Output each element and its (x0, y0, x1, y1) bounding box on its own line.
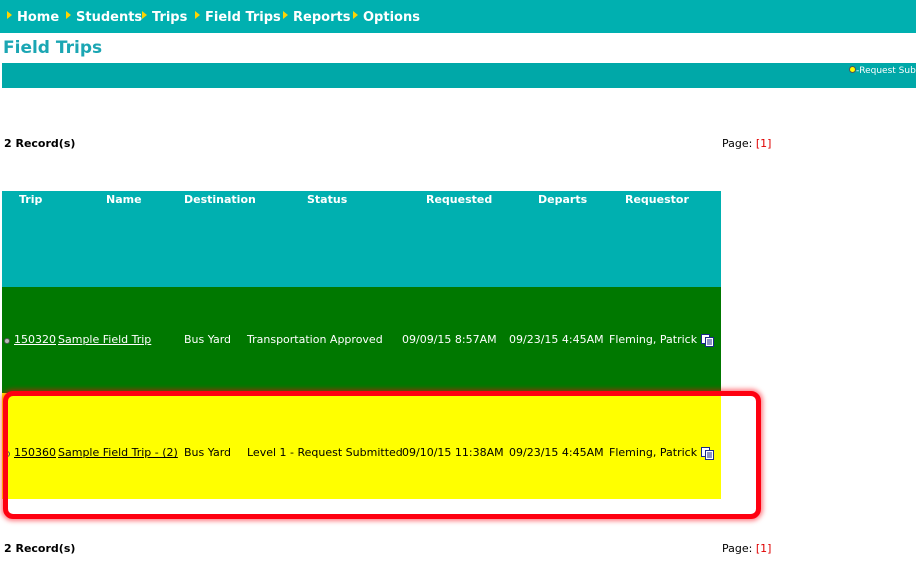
trip-departs: 09/23/15 4:45AM (509, 333, 604, 346)
nav-trips[interactable]: Trips (142, 10, 187, 26)
pager-page-link[interactable]: [1] (756, 542, 772, 555)
trip-destination: Bus Yard (184, 446, 232, 459)
pager-top: Page: [1] (722, 137, 771, 150)
nav-arrow-icon (283, 11, 288, 19)
page-title: Field Trips (3, 38, 103, 58)
pager-label: Page: (722, 137, 753, 150)
column-header-name[interactable]: Name (106, 193, 142, 206)
trip-departs: 09/23/15 4:45AM (509, 446, 604, 459)
trip-requested: 09/09/15 8:57AM (402, 333, 497, 346)
legend-bar: -Request Sub (2, 63, 916, 88)
nav-arrow-icon (142, 11, 147, 19)
trip-name-link[interactable]: Sample Field Trip (58, 333, 151, 346)
nav-arrow-icon (353, 11, 358, 19)
nav-students[interactable]: Students (66, 10, 142, 26)
table-row[interactable]: 150360 Sample Field Trip - (2) Bus Yard … (2, 393, 721, 499)
table-header: Trip Name Destination Status Requested D… (2, 191, 721, 287)
pager-label: Page: (722, 542, 753, 555)
trip-requested: 09/10/15 11:38AM (402, 446, 504, 459)
trip-status: Level 1 - Request Submitted (247, 446, 403, 459)
trip-destination: Bus Yard (184, 333, 232, 346)
nav-options[interactable]: Options (353, 10, 420, 26)
column-header-requestor[interactable]: Requestor (625, 193, 689, 206)
pager-bottom: Page: [1] (722, 542, 771, 555)
column-header-requested[interactable]: Requested (426, 193, 492, 206)
copy-icon[interactable] (701, 334, 715, 347)
nav-home[interactable]: Home (7, 10, 59, 26)
column-header-trip[interactable]: Trip (19, 193, 42, 206)
status-dot-icon (849, 66, 856, 73)
status-dot-icon (4, 451, 10, 457)
nav-arrow-icon (7, 11, 12, 19)
nav-field-trips[interactable]: Field Trips (195, 10, 281, 26)
field-trips-table: Trip Name Destination Status Requested D… (2, 191, 721, 499)
record-count-top: 2 Record(s) (4, 137, 76, 150)
trip-number-link[interactable]: 150360 (14, 446, 56, 459)
trip-status: Transportation Approved (247, 333, 383, 346)
status-dot-icon (4, 338, 10, 344)
column-header-status[interactable]: Status (307, 193, 347, 206)
trip-requestor: Fleming, Patrick (609, 333, 698, 346)
pager-page-link[interactable]: [1] (756, 137, 772, 150)
column-header-destination[interactable]: Destination (184, 193, 256, 206)
nav-arrow-icon (66, 11, 71, 19)
main-nav: Home Students Trips Field Trips Reports … (0, 0, 916, 33)
copy-icon[interactable] (701, 447, 715, 460)
nav-arrow-icon (195, 11, 200, 19)
table-row[interactable]: 150320 Sample Field Trip Bus Yard Transp… (2, 287, 721, 393)
legend-request-submitted: -Request Sub (849, 66, 916, 76)
record-count-bottom: 2 Record(s) (4, 542, 76, 555)
column-header-departs[interactable]: Departs (538, 193, 587, 206)
trip-requestor: Fleming, Patrick (609, 446, 698, 459)
trip-number-link[interactable]: 150320 (14, 333, 56, 346)
nav-reports[interactable]: Reports (283, 10, 350, 26)
trip-name-link[interactable]: Sample Field Trip - (2) (58, 446, 178, 459)
